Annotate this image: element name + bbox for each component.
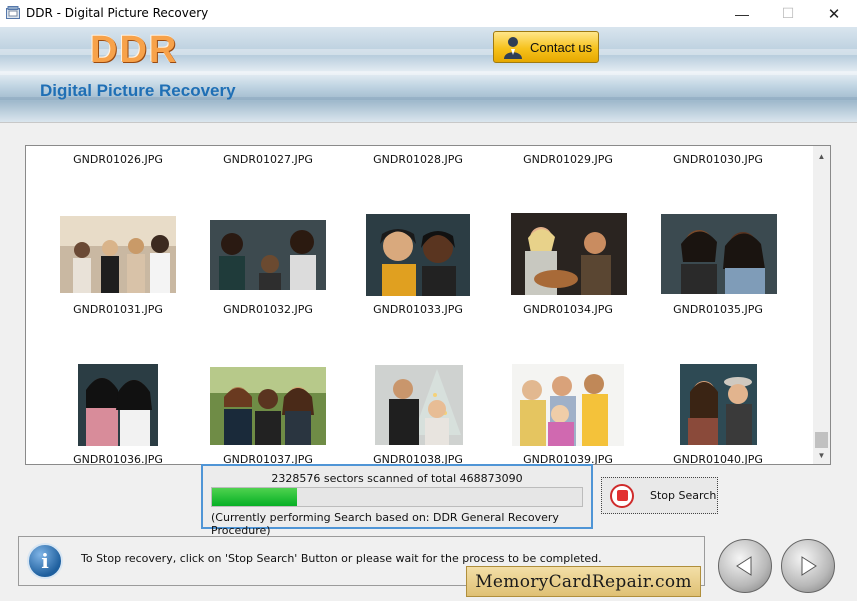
file-name: GNDR01032.JPG (223, 303, 313, 316)
photo-thumbnail[interactable] (375, 365, 463, 445)
list-item[interactable]: GNDR01038.JPG (343, 450, 493, 464)
file-name: GNDR01027.JPG (223, 153, 313, 166)
close-button[interactable]: ✕ (811, 0, 857, 27)
list-item[interactable]: GNDR01035.JPG (643, 300, 793, 318)
site-watermark: MemoryCardRepair.com (466, 566, 701, 597)
info-icon: i (27, 543, 63, 579)
scroll-down-icon[interactable]: ▼ (813, 447, 830, 464)
file-name: GNDR01031.JPG (73, 303, 163, 316)
list-item[interactable]: GNDR01034.JPG (493, 300, 643, 318)
back-button[interactable] (718, 539, 772, 593)
file-name: GNDR01036.JPG (73, 453, 163, 465)
list-item[interactable]: GNDR01032.JPG (193, 300, 343, 318)
photo-thumbnail[interactable] (661, 214, 777, 294)
list-item[interactable]: GNDR01029.JPG (493, 150, 643, 168)
window-title: DDR - Digital Picture Recovery (26, 6, 209, 20)
list-item[interactable]: GNDR01028.JPG (343, 150, 493, 168)
photo-thumbnail[interactable] (366, 214, 470, 296)
list-item[interactable]: GNDR01039.JPG (493, 450, 643, 464)
recovery-procedure-text: (Currently performing Search based on: D… (211, 511, 559, 537)
minimize-icon: — (735, 5, 749, 22)
file-name: GNDR01026.JPG (73, 153, 163, 166)
header-banner: DDR Digital Picture Recovery Contact us (0, 27, 857, 122)
recovered-files-gallery[interactable]: GNDR01026.JPG GNDR01027.JPG GNDR01028.JP… (25, 145, 831, 465)
file-name: GNDR01035.JPG (673, 303, 763, 316)
progress-fill (212, 488, 298, 506)
photo-thumbnail[interactable] (78, 364, 158, 446)
photo-thumbnail[interactable] (60, 216, 176, 293)
list-item[interactable]: GNDR01026.JPG (43, 150, 193, 168)
ddr-logo: DDR (90, 29, 179, 71)
arrow-left-icon (736, 556, 752, 576)
photo-thumbnail[interactable] (511, 213, 627, 295)
list-item[interactable]: GNDR01031.JPG (43, 300, 193, 318)
photo-thumbnail[interactable] (210, 367, 326, 445)
file-name: GNDR01040.JPG (673, 453, 763, 465)
stop-icon (610, 483, 634, 508)
contact-us-label: Contact us (530, 39, 593, 55)
arrow-right-icon (801, 556, 817, 576)
photo-thumbnail[interactable] (210, 220, 326, 290)
minimize-button[interactable]: — (719, 0, 765, 27)
close-icon: ✕ (827, 5, 841, 23)
list-item[interactable]: GNDR01027.JPG (193, 150, 343, 168)
file-name: GNDR01034.JPG (523, 303, 613, 316)
scroll-thumb[interactable] (815, 432, 828, 448)
photo-thumbnail[interactable] (680, 364, 757, 445)
list-item[interactable]: GNDR01040.JPG (643, 450, 793, 465)
file-name: GNDR01030.JPG (673, 153, 763, 166)
photo-thumbnail[interactable] (512, 364, 624, 446)
file-name: GNDR01029.JPG (523, 153, 613, 166)
vertical-scrollbar[interactable]: ▲ ▼ (813, 146, 830, 464)
file-name: GNDR01033.JPG (373, 303, 463, 316)
scroll-up-icon[interactable]: ▲ (813, 148, 830, 165)
stop-search-label: Stop Search (650, 489, 717, 502)
scan-progress-bar (211, 487, 583, 507)
list-item[interactable]: GNDR01037.JPG (193, 450, 343, 464)
stop-search-button[interactable]: Stop Search (601, 477, 718, 514)
file-name: GNDR01028.JPG (373, 153, 463, 166)
next-button[interactable] (781, 539, 835, 593)
scan-progress-panel: 2328576 sectors scanned of total 4688730… (201, 464, 593, 537)
app-icon (6, 6, 20, 19)
product-subtitle: Digital Picture Recovery (40, 81, 236, 100)
title-bar: DDR - Digital Picture Recovery — ☐ ✕ (0, 0, 857, 27)
list-item[interactable]: GNDR01030.JPG (643, 150, 793, 168)
maximize-icon: ☐ (781, 5, 795, 21)
sectors-scanned-text: 2328576 sectors scanned of total 4688730… (271, 472, 523, 485)
status-message: To Stop recovery, click on 'Stop Search'… (81, 552, 602, 565)
person-icon (504, 37, 522, 59)
list-item[interactable]: GNDR01036.JPG (43, 450, 193, 465)
contact-us-button[interactable]: Contact us (493, 31, 599, 63)
list-item[interactable]: GNDR01033.JPG (343, 300, 493, 318)
maximize-button[interactable]: ☐ (765, 0, 811, 27)
